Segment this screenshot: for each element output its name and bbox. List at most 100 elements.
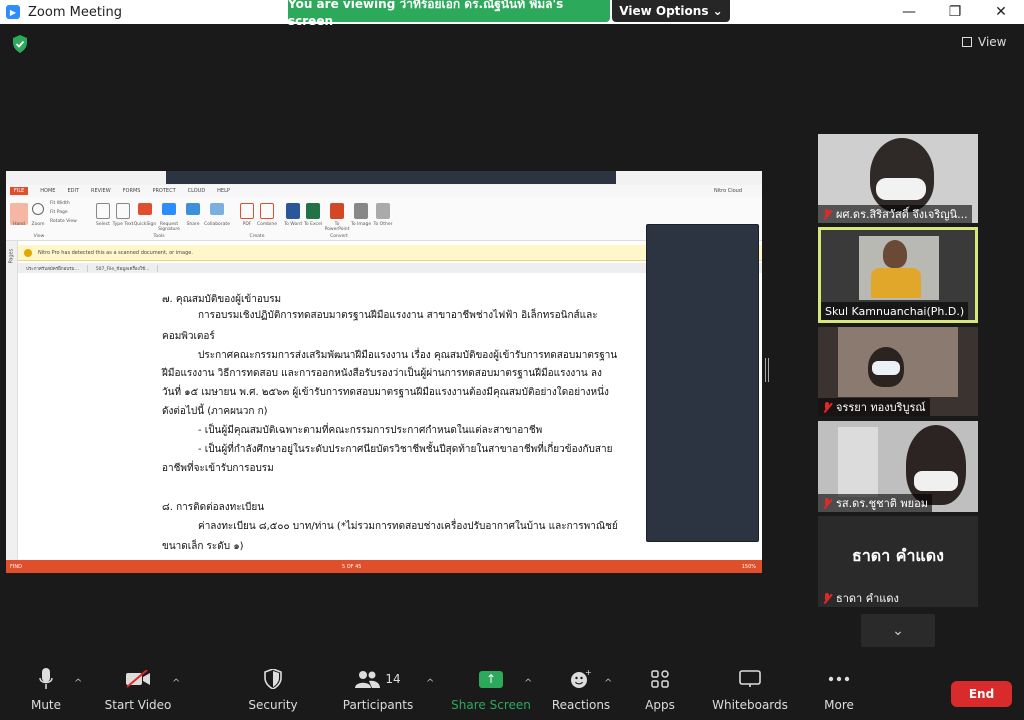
participant-video <box>870 138 934 212</box>
tab-help[interactable]: HELP <box>217 188 230 194</box>
to-other-icon[interactable] <box>376 203 390 219</box>
ribbon-label-share: Share <box>186 222 200 227</box>
mute-button[interactable]: Mute <box>22 660 70 720</box>
view-layout-button[interactable]: View <box>962 35 1006 49</box>
chevron-down-icon: ⌄ <box>892 622 904 639</box>
video-off-icon <box>125 668 151 690</box>
start-video-label: Start Video <box>104 698 172 712</box>
end-meeting-button[interactable]: End <box>951 681 1012 707</box>
face-mask <box>872 361 900 375</box>
apps-label: Apps <box>645 698 675 712</box>
ribbon-label-fit-width[interactable]: Fit Width <box>50 201 90 206</box>
combine-icon[interactable] <box>260 203 274 219</box>
tab-review[interactable]: REVIEW <box>91 188 111 194</box>
nitro-ribbon-tabs: FILE HOME EDIT REVIEW FORMS PROTECT CLOU… <box>6 185 762 197</box>
participant-body <box>871 268 921 298</box>
doc-line: ดังต่อไปนี้ (ภาคผนวก ก) <box>162 406 268 417</box>
zoom-level[interactable]: 150% <box>742 564 756 570</box>
start-video-button[interactable]: Start Video <box>104 660 172 720</box>
participant-name-bar: ผศ.ดร.สิริสวัสดิ์ จึงเจริญนิ... <box>818 205 972 223</box>
security-button[interactable]: Security <box>246 660 300 720</box>
nitro-title-strip <box>166 171 616 184</box>
doc-line: - เป็นผู้มีคุณสมบัติเฉพาะตามที่คณะกรรมกา… <box>198 425 543 436</box>
whiteboards-button[interactable]: Whiteboards <box>712 660 788 720</box>
doc-line: ๘. การติดต่อลงทะเบียน <box>162 502 265 513</box>
panel-resize-handle[interactable] <box>765 358 769 382</box>
doc-line: ค่าลงทะเบียน ๘,๕๐๐ บาท/ท่าน (*ไม่รวมการท… <box>198 521 618 532</box>
video-options-chevron-icon[interactable]: ^ <box>172 678 180 689</box>
share-screen-label: Share Screen <box>451 698 531 712</box>
grid-icon <box>962 37 972 47</box>
to-image-icon[interactable] <box>354 203 368 219</box>
pdf-create-icon[interactable] <box>240 203 254 219</box>
view-options-button[interactable]: View Options ⌄ <box>612 0 730 22</box>
zoom-tool-icon[interactable] <box>32 203 44 215</box>
ribbon-group-view: View <box>33 234 45 239</box>
mic-muted-icon <box>822 592 832 604</box>
tab-cloud[interactable]: CLOUD <box>188 188 206 194</box>
reactions-button[interactable]: + Reactions <box>552 660 610 720</box>
to-word-icon[interactable] <box>286 203 300 219</box>
doc-line: ขนาดเล็ก ระดับ ๑) <box>162 541 244 552</box>
tab-forms[interactable]: FORMS <box>123 188 141 194</box>
minimize-button[interactable]: — <box>886 0 932 24</box>
participant-name-bar: รส.ดร.ชูชาติ พยอม <box>818 494 932 512</box>
reactions-options-chevron-icon[interactable]: ^ <box>604 678 612 689</box>
participants-icon: 14 <box>355 668 401 690</box>
maximize-button[interactable]: ❐ <box>932 0 978 24</box>
mute-options-chevron-icon[interactable]: ^ <box>74 678 82 689</box>
ribbon-label-rotate-view[interactable]: Rotate View <box>50 219 90 224</box>
more-dots-icon <box>828 668 850 690</box>
active-speaker-tile[interactable]: Skul Kamnuanchai(Ph.D.) <box>818 227 978 323</box>
zoom-app-icon: ▶ <box>6 5 20 19</box>
tab-file[interactable]: FILE <box>10 187 29 195</box>
security-label: Security <box>248 698 298 712</box>
notice-text: Nitro Pro has detected this as a scanned… <box>38 249 193 256</box>
background-shelf <box>838 427 878 497</box>
page-indicator[interactable]: 5 OF 45 <box>342 564 362 570</box>
doc-line: อาชีพที่จะเข้ารับการอบรม <box>162 463 274 474</box>
doc-line: คอมพิวเตอร์ <box>162 331 215 342</box>
participant-tile[interactable]: จรรยา ทองบริบูรณ์ <box>818 327 978 416</box>
share-options-chevron-icon[interactable]: ^ <box>524 678 532 689</box>
shared-screen[interactable]: FILE HOME EDIT REVIEW FORMS PROTECT CLOU… <box>6 171 762 573</box>
participant-tile[interactable]: ผศ.ดร.สิริสวัสดิ์ จึงเจริญนิ... <box>818 134 978 223</box>
more-button[interactable]: More <box>818 660 860 720</box>
tab-home[interactable]: HOME <box>40 188 55 194</box>
doc-line: การอบรมเชิงปฏิบัติการทดสอบมาตรฐานฝีมือแร… <box>198 310 598 321</box>
request-signature-icon[interactable] <box>162 203 176 215</box>
ribbon-label-zoom: Zoom <box>31 222 45 227</box>
ribbon-label-to-powerpoint: To PowerPoint <box>324 222 350 232</box>
to-excel-icon[interactable] <box>306 203 320 219</box>
tab-protect[interactable]: PROTECT <box>152 188 175 194</box>
type-text-icon[interactable] <box>116 203 130 219</box>
share-screen-button[interactable]: ↑ Share Screen <box>451 660 531 720</box>
to-powerpoint-icon[interactable] <box>330 203 344 219</box>
security-shield-icon[interactable] <box>12 35 28 53</box>
participant-tile[interactable]: ธาดา คำแดง ธาดา คำแดง <box>818 516 978 607</box>
mic-muted-icon <box>822 208 832 220</box>
view-label: View <box>978 35 1007 49</box>
participant-tile[interactable]: รส.ดร.ชูชาติ พยอม <box>818 421 978 512</box>
share-doc-icon[interactable] <box>186 203 200 215</box>
participant-name: รส.ดร.ชูชาติ พยอม <box>836 497 928 510</box>
ribbon-label-collaborate: Collaborate <box>204 222 230 227</box>
doc-tab-1[interactable]: ประกาศรับสมัครฝึกอบรม... <box>18 264 88 272</box>
scroll-participants-down-button[interactable]: ⌄ <box>861 614 935 647</box>
status-find[interactable]: FIND <box>10 564 22 570</box>
close-button[interactable]: ✕ <box>978 0 1024 24</box>
participants-button[interactable]: 14 Participants <box>340 660 416 720</box>
participants-options-chevron-icon[interactable]: ^ <box>426 678 434 689</box>
collaborate-icon[interactable] <box>210 203 224 215</box>
page-thumbnail-panel[interactable] <box>646 224 759 542</box>
info-icon <box>24 249 32 257</box>
ribbon-label-fit-page[interactable]: Fit Page <box>50 210 90 215</box>
quicksign-icon[interactable] <box>138 203 152 215</box>
doc-tab-2[interactable]: 507_File_ข้อมูลเครื่องใช้... <box>88 264 159 272</box>
select-tool-icon[interactable] <box>96 203 110 219</box>
participants-label: Participants <box>342 698 414 712</box>
pages-rail[interactable]: Pages <box>6 241 18 561</box>
tab-edit[interactable]: EDIT <box>67 188 79 194</box>
apps-button[interactable]: Apps <box>640 660 680 720</box>
participant-name-bar: Skul Kamnuanchai(Ph.D.) <box>821 302 969 320</box>
